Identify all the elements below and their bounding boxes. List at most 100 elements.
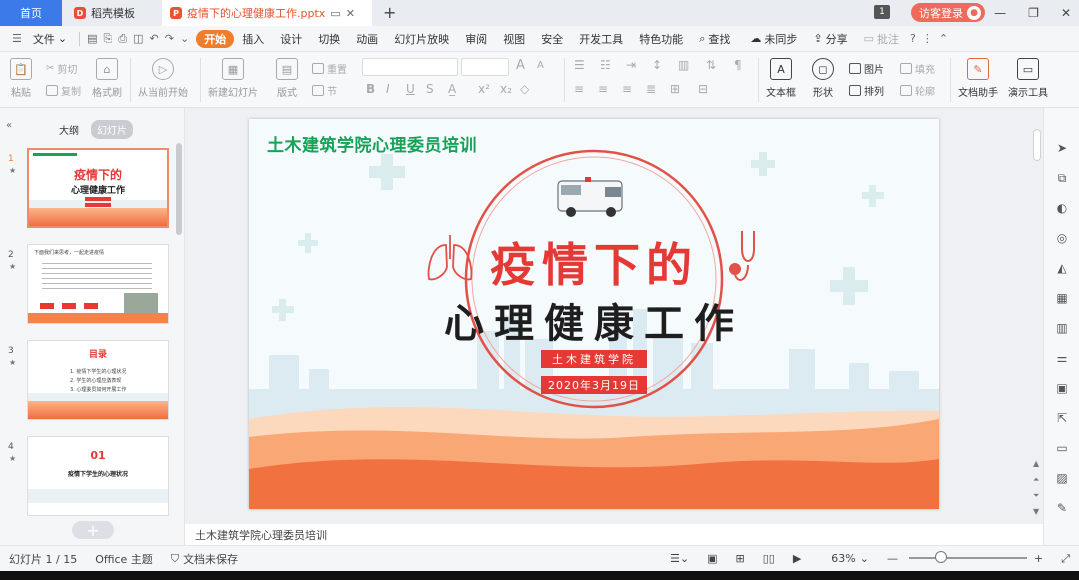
export-pdf-icon[interactable]: ⎘ — [101, 32, 116, 46]
tab-docer-templates[interactable]: D 稻壳模板 — [66, 0, 143, 26]
justify-icon[interactable]: ≣ — [646, 82, 656, 96]
tab-document[interactable]: P 疫情下的心理健康工作.pptx ▭ ✕ — [162, 0, 372, 26]
bullets-icon[interactable]: ☰ — [574, 58, 585, 72]
doc-assistant-button[interactable]: ✎ 文档助手 — [958, 58, 998, 99]
italic-button[interactable]: I — [386, 82, 390, 96]
notes-toggle-icon[interactable]: ☰⌄ — [661, 552, 698, 565]
menu-insert[interactable]: 插入 — [234, 31, 272, 47]
new-slide-button[interactable]: ▦ 新建幻灯片 — [208, 58, 258, 99]
share-button[interactable]: ⇪ 分享 — [805, 31, 855, 47]
columns-icon[interactable]: ▥ — [678, 58, 689, 72]
zoom-out-icon[interactable]: — — [878, 552, 907, 565]
presentation-tools-button[interactable]: ▭ 演示工具 — [1008, 58, 1048, 99]
slideshow-icon[interactable]: ▶ — [784, 552, 810, 565]
fill-bucket-icon[interactable]: ◭ — [1054, 260, 1070, 276]
shape-button[interactable]: ◻ 形状 — [812, 58, 834, 99]
menu-slideshow[interactable]: 幻灯片放映 — [386, 31, 457, 47]
share-out-icon[interactable]: ⇱ — [1054, 410, 1070, 426]
pointer-icon[interactable]: ➤ — [1054, 140, 1070, 156]
speaker-notes[interactable]: 土木建筑学院心理委员培训 — [185, 524, 1043, 545]
shapes-icon[interactable]: ◐ — [1054, 200, 1070, 216]
clear-format-icon[interactable]: ◇ — [520, 82, 529, 96]
text-direction-icon[interactable]: ⇅ — [706, 58, 716, 72]
window-count-badge[interactable]: 1 — [874, 5, 890, 19]
cut-button[interactable]: ✂ 剪切 — [46, 61, 77, 76]
menu-transition[interactable]: 切换 — [310, 31, 348, 47]
zoom-slider-knob[interactable] — [935, 551, 947, 563]
thumbnail-scrollbar[interactable] — [176, 143, 182, 235]
tab-home[interactable]: 首页 — [0, 0, 62, 26]
slide-thumbnail-4[interactable]: 01 疫情下学生的心理状况 — [27, 436, 169, 516]
canvas-scrollbar[interactable]: ▲ ⏶ ⏷ ▼ — [1031, 113, 1043, 520]
distributed-icon[interactable]: ⊞ — [670, 82, 680, 96]
tab-slides[interactable]: 幻灯片 — [91, 120, 133, 139]
chart-icon[interactable]: ▥ — [1054, 320, 1070, 336]
close-window-icon[interactable]: ✕ — [1061, 6, 1071, 20]
fill-button[interactable]: 填充 — [900, 61, 935, 76]
image-library-icon[interactable]: ▣ — [1054, 380, 1070, 396]
menu-review[interactable]: 审阅 — [457, 31, 495, 47]
textbox-button[interactable]: A 文本框 — [766, 58, 796, 99]
zoom-level[interactable]: 63% ⌄ — [822, 552, 878, 565]
picture-button[interactable]: 图片 — [849, 61, 884, 76]
photo-icon[interactable]: ▨ — [1054, 470, 1070, 486]
scroll-up-page-icon[interactable]: ⏶ — [1033, 475, 1039, 485]
line-spacing-icon[interactable]: ↕ — [652, 58, 662, 72]
grid-icon[interactable]: ▦ — [1054, 290, 1070, 306]
strikethrough-button[interactable]: S — [426, 82, 434, 96]
menu-features[interactable]: 特色功能 — [631, 31, 691, 47]
align-right-icon[interactable]: ≡ — [622, 82, 632, 96]
current-slide[interactable]: 土木建筑学院心理委员培训 疫情下的 心理健康工作 土木建筑学院 2020年3月1… — [249, 119, 939, 509]
menu-view[interactable]: 视图 — [495, 31, 533, 47]
decrease-font-button[interactable]: A — [537, 60, 544, 71]
hamburger-icon[interactable]: ☰ — [0, 32, 25, 45]
smart-art-icon[interactable]: ⊟ — [698, 82, 708, 96]
visitor-login-button[interactable]: 访客登录 ● — [911, 3, 985, 22]
font-size-select[interactable] — [461, 58, 509, 76]
underline-button[interactable]: U — [406, 82, 415, 96]
print-icon[interactable]: ⎙ — [115, 32, 130, 46]
pin-icon[interactable]: ▭ — [330, 7, 340, 20]
copy-button[interactable]: 复制 — [46, 83, 81, 98]
new-tab-button[interactable]: + — [383, 3, 396, 22]
slide-thumbnail-2[interactable]: 下面我们来思考，一起走进疫情 — [27, 244, 169, 324]
close-tab-icon[interactable]: ✕ — [346, 7, 355, 20]
format-painter-button[interactable]: ⌂ 格式刷 — [92, 58, 122, 99]
scroll-up-icon[interactable]: ▲ — [1033, 459, 1039, 468]
menu-start[interactable]: 开始 — [196, 29, 235, 48]
superscript-icon[interactable]: x² — [478, 82, 490, 96]
print-preview-icon[interactable]: ◫ — [130, 32, 146, 45]
scroll-down-page-icon[interactable]: ⏷ — [1033, 491, 1039, 501]
bold-button[interactable]: B — [366, 82, 375, 96]
reset-button[interactable]: 重置 — [312, 61, 347, 76]
collapse-ribbon-icon[interactable]: ⌃ — [936, 32, 951, 45]
align-center-icon[interactable]: ≡ — [598, 82, 608, 96]
sync-button[interactable]: ☁ 未同步 — [742, 31, 805, 47]
slide-thumbnail-3[interactable]: 目录 1. 疫情下学生的心理状况 2. 学生的心理应激表现 3. 心理委员如何开… — [27, 340, 169, 420]
outline-button[interactable]: 轮廓 — [900, 83, 935, 98]
location-icon[interactable]: ◎ — [1054, 230, 1070, 246]
customize-quick-access-icon[interactable]: ⌄ — [177, 32, 192, 45]
redo-icon[interactable]: ↷ — [162, 32, 177, 45]
settings-sliders-icon[interactable]: ⚌ — [1054, 350, 1070, 366]
increase-font-button[interactable]: A — [516, 58, 525, 73]
search-button[interactable]: ⌕ 查找 — [691, 31, 738, 47]
layout-button[interactable]: ▤ 版式 — [276, 58, 298, 99]
copy-style-icon[interactable]: ⧉ — [1054, 170, 1070, 186]
section-button[interactable]: 节 — [312, 83, 337, 98]
undo-icon[interactable]: ↶ — [147, 32, 162, 45]
indent-icon[interactable]: ⇥ — [626, 58, 636, 72]
minimize-icon[interactable]: — — [994, 6, 1006, 20]
menu-animation[interactable]: 动画 — [348, 31, 386, 47]
arrange-button[interactable]: 排列 — [849, 83, 884, 98]
menu-file[interactable]: 文件 ⌄ — [25, 31, 75, 47]
menu-security[interactable]: 安全 — [533, 31, 571, 47]
collapse-panel-icon[interactable]: « — [6, 120, 12, 131]
zoom-slider-track[interactable] — [909, 557, 1027, 559]
comment-button[interactable]: ▭ 批注 — [856, 31, 907, 47]
align-left-icon[interactable]: ≡ — [574, 82, 584, 96]
font-color-icon[interactable]: A̲ — [448, 82, 456, 96]
play-from-current-button[interactable]: ▷ 从当前开始 — [138, 58, 188, 99]
menu-design[interactable]: 设计 — [272, 31, 310, 47]
normal-view-icon[interactable]: ▣ — [698, 552, 726, 565]
